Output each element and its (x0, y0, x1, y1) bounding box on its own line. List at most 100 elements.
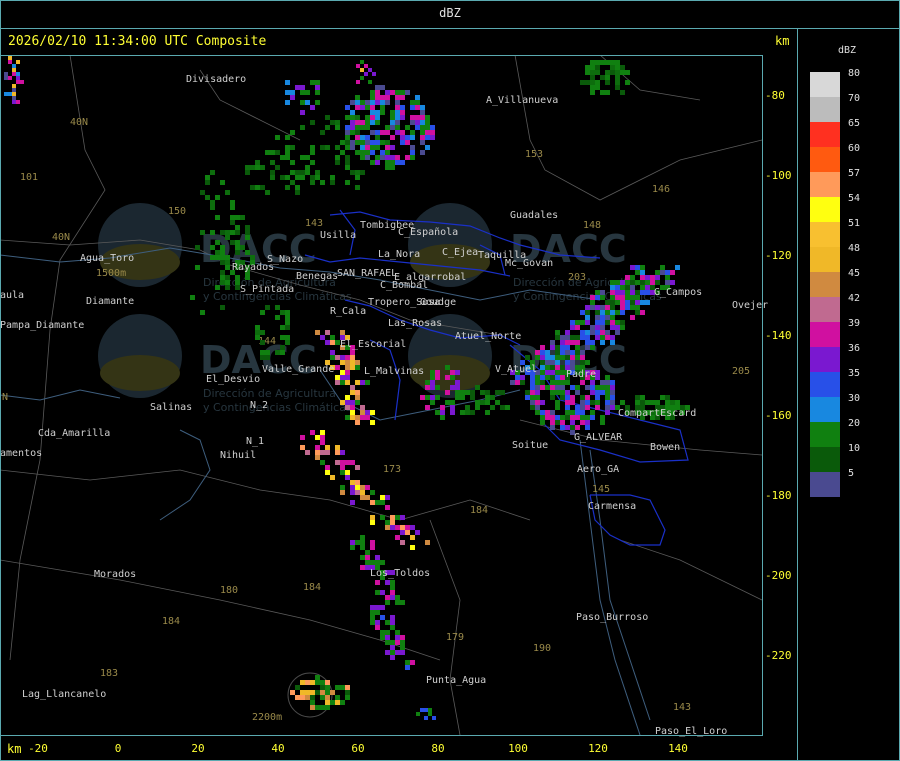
legend-swatch-80 (810, 72, 840, 97)
legend-value-45: 45 (848, 268, 861, 279)
place-r-cala[interactable]: R_Cala (330, 306, 366, 317)
x-tick-0: 0 (114, 742, 122, 755)
legend-title: dBZ (838, 45, 857, 56)
place-agua-toro[interactable]: Agua_Toro (80, 253, 134, 264)
place-aula[interactable]: aula (0, 290, 24, 301)
place-atuel-norte[interactable]: Atuel_Norte (455, 331, 521, 342)
route-183: 183 (100, 668, 118, 679)
place-cda-amarilla[interactable]: Cda_Amarilla (38, 428, 110, 439)
place-g-alvear[interactable]: G_ALVEAR (574, 432, 623, 443)
place-usilla[interactable]: Usilla (320, 230, 356, 241)
place-paso-burroso[interactable]: Paso_Burroso (576, 612, 648, 623)
route-184-a: 184 (470, 505, 488, 516)
radar-map[interactable]: DACC Dirección de Agricultura y Continge… (0, 55, 797, 761)
timestamp: 2026/02/10 11:34:00 UTC Composite (8, 34, 267, 49)
legend-swatch-39 (810, 322, 840, 347)
legend-value-5: 5 (848, 468, 855, 479)
place-g-campos[interactable]: G_Campos (654, 287, 702, 298)
route-184-c: 184 (162, 616, 180, 627)
place-c-espanola[interactable]: C_Española (398, 227, 458, 238)
place-el-desvio[interactable]: El_Desvio (206, 374, 260, 385)
place-goudge[interactable]: Goudge (420, 297, 456, 308)
place-bowen[interactable]: Bowen (650, 442, 680, 453)
legend-value-30: 30 (848, 393, 861, 404)
elevation-2200: 2200m (252, 712, 282, 723)
place-salinas[interactable]: Salinas (150, 402, 192, 413)
legend-swatch-60 (810, 147, 840, 172)
legend-swatch-54 (810, 197, 840, 222)
y-tick-neg220: -220 (765, 649, 792, 662)
legend-swatch-10 (810, 447, 840, 472)
y-tick-neg160: -160 (765, 409, 792, 422)
watermark-line-3a: Dirección de Agricultura (203, 387, 336, 400)
legend-swatch-30 (810, 397, 840, 422)
place-s-nazo[interactable]: S_Nazo (267, 254, 303, 265)
legend-value-48: 48 (848, 243, 861, 254)
y-tick-neg140: -140 (765, 329, 792, 342)
legend-value-36: 36 (848, 343, 861, 354)
legend-value-57: 57 (848, 168, 861, 179)
legend-swatch-36 (810, 347, 840, 372)
place-n2[interactable]: N_2 (250, 400, 268, 411)
place-diamante[interactable]: Diamante (86, 296, 134, 307)
route-173: 173 (383, 464, 401, 475)
route-153: 153 (525, 149, 543, 160)
legend-value-80: 80 (848, 68, 861, 79)
legend-swatch-65 (810, 122, 840, 147)
x-tick-20: 20 (191, 742, 205, 755)
place-divisadero[interactable]: Divisadero (186, 74, 246, 85)
title-bar: dBZ (0, 0, 900, 29)
legend-value-51: 51 (848, 218, 861, 229)
place-amentos[interactable]: amentos (0, 448, 42, 459)
route-205: 205 (732, 366, 750, 377)
place-compartescard[interactable]: CompartEscard (618, 408, 696, 419)
place-punta-agua[interactable]: Punta_Agua (426, 675, 486, 686)
place-s-pintada[interactable]: S_Pintada (240, 284, 294, 295)
x-tick-neg20: -20 (28, 742, 48, 755)
place-las-rosas[interactable]: Las_Rosas (388, 318, 442, 329)
route-101: 101 (20, 172, 38, 183)
place-guadales[interactable]: Guadales (510, 210, 558, 221)
place-aero-ga[interactable]: Aero_GA (577, 464, 619, 475)
place-n1[interactable]: N_1 (246, 436, 264, 447)
place-los-toldos[interactable]: Los_Toldos (370, 568, 430, 579)
place-pampa-diamante[interactable]: Pampa_Diamante (0, 320, 84, 331)
legend-swatch-57 (810, 172, 840, 197)
place-c-ejea[interactable]: C_Ejea (442, 247, 478, 258)
place-a-villanueva[interactable]: A_Villanueva (486, 95, 558, 106)
y-tick-neg200: -200 (765, 569, 792, 582)
place-lag-llancanelo[interactable]: Lag_Llancanelo (22, 689, 106, 700)
place-el-escorial[interactable]: El_Escorial (340, 339, 406, 350)
x-tick-40: 40 (271, 742, 285, 755)
place-benegas[interactable]: Benegas (296, 271, 338, 282)
route-190: 190 (533, 643, 551, 654)
title-label: dBZ (439, 6, 461, 20)
place-la-nora[interactable]: La_Nora (378, 249, 420, 260)
legend-swatch-42 (810, 297, 840, 322)
place-san-rafael[interactable]: SAN_RAFAEL (337, 268, 397, 279)
route-146: 146 (652, 184, 670, 195)
place-mc-govan[interactable]: Mc_Govan (505, 258, 553, 269)
route-145: 145 (592, 484, 610, 495)
place-carmensa[interactable]: Carmensa (588, 501, 636, 512)
legend-value-42: 42 (848, 293, 861, 304)
place-nihuil[interactable]: Nihuil (220, 450, 256, 461)
place-soitue[interactable]: Soitue (512, 440, 548, 451)
legend-value-70: 70 (848, 93, 861, 104)
x-tick-120: 120 (588, 742, 608, 755)
x-tick-80: 80 (431, 742, 445, 755)
place-valle-grande[interactable]: Valle_Grande (262, 364, 334, 375)
place-v-atuel[interactable]: V_Atuel (495, 364, 537, 375)
legend-swatch-70 (810, 97, 840, 122)
place-c-bombal[interactable]: C_Bombal (380, 280, 428, 291)
place-morados[interactable]: Morados (94, 569, 136, 580)
elevation-1500: 1500m (96, 268, 126, 279)
legend-value-20: 20 (848, 418, 861, 429)
legend-value-54: 54 (848, 193, 861, 204)
legend-swatch-45 (810, 272, 840, 297)
route-179: 179 (446, 632, 464, 643)
place-padre[interactable]: Padre (566, 369, 596, 380)
watermark-line-3b: y Contingencias Climáticas (203, 401, 352, 414)
panel-divider (797, 29, 798, 761)
place-l-malvinas[interactable]: L_Malvinas (364, 366, 424, 377)
